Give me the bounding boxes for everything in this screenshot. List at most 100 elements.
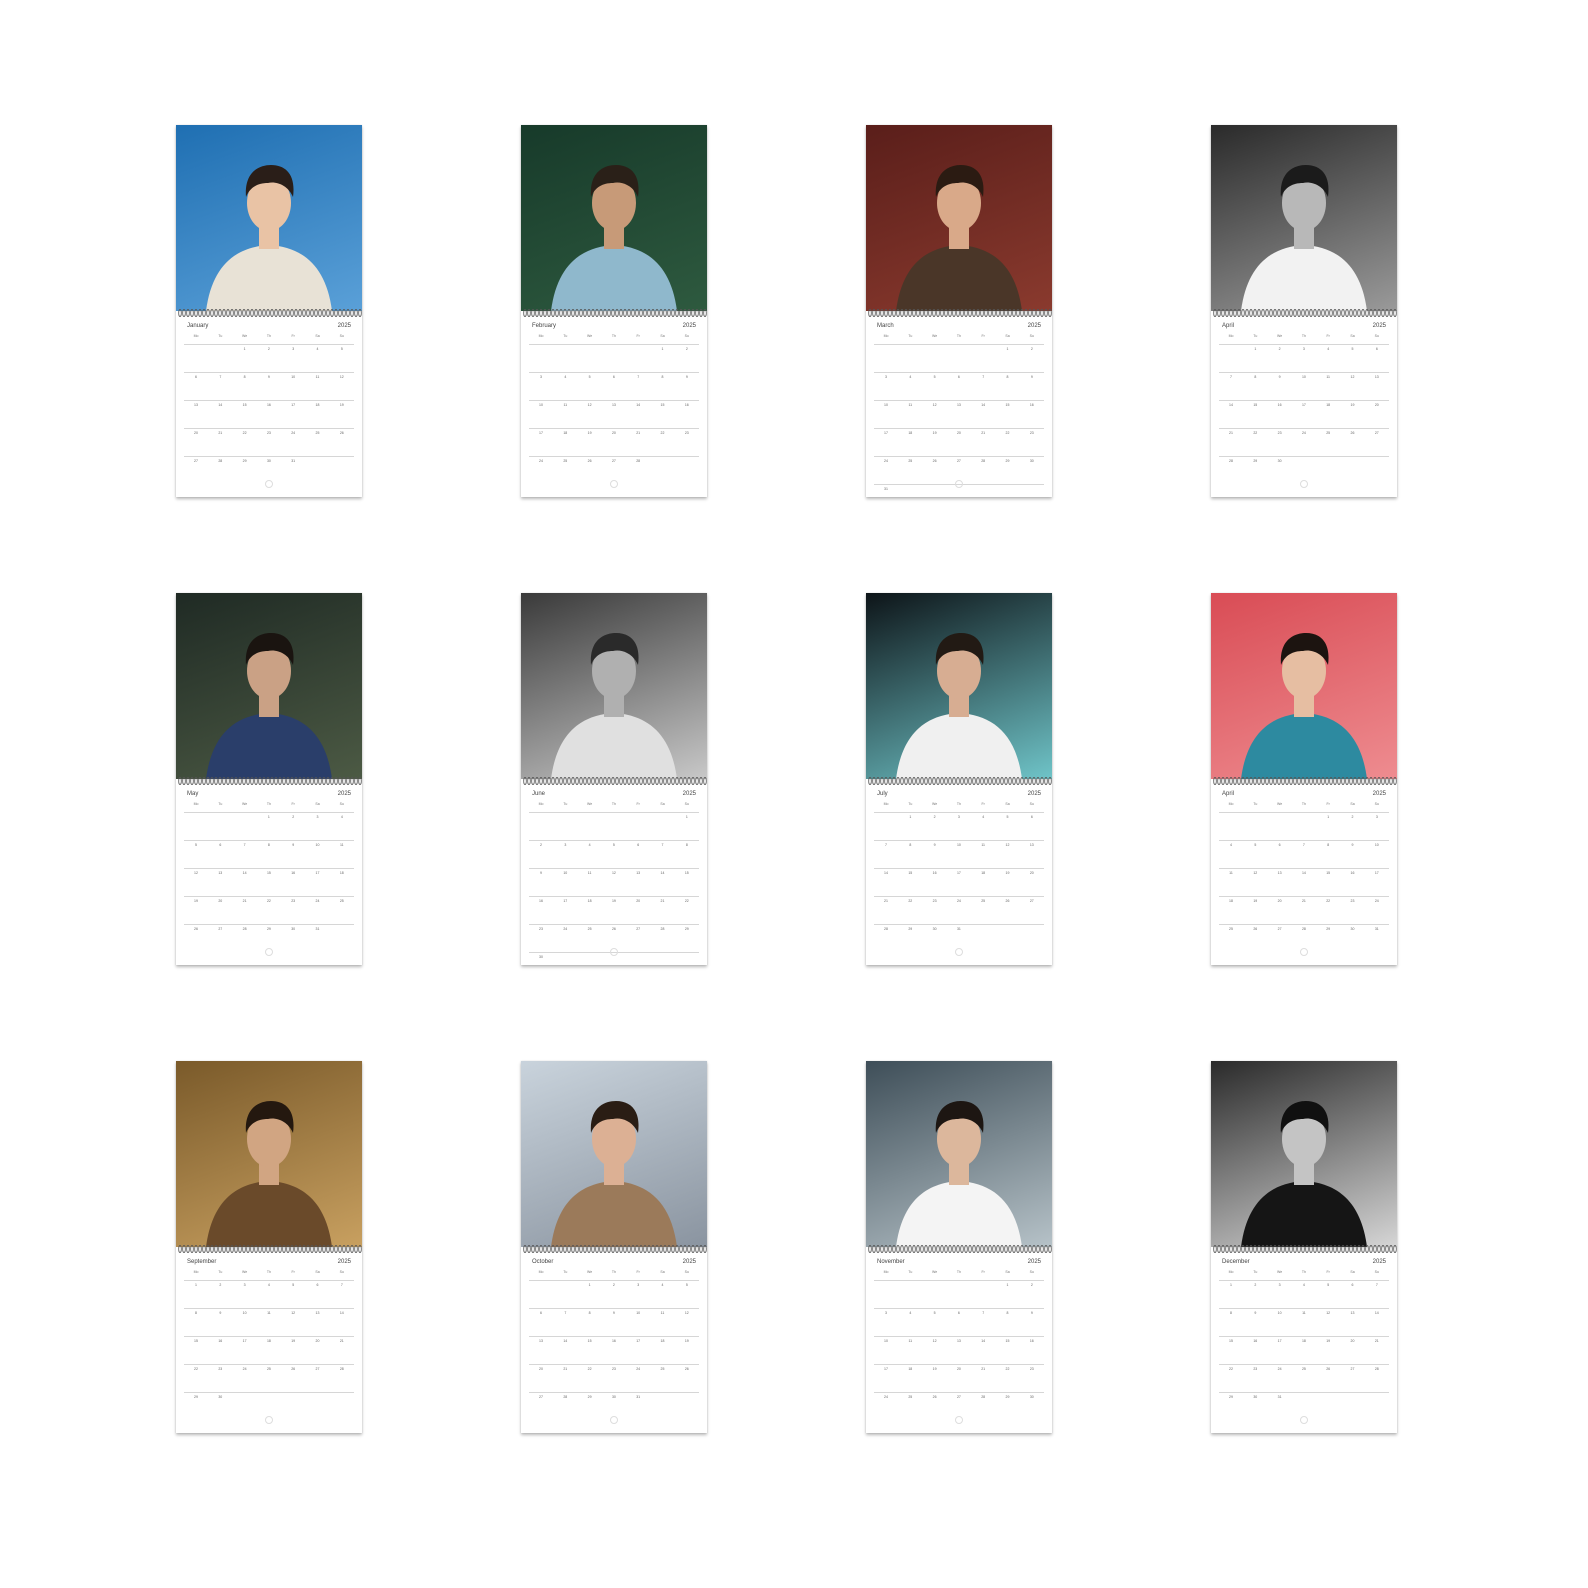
day-number[interactable]: 28 <box>1219 459 1243 463</box>
day-number[interactable]: 13 <box>602 403 626 407</box>
day-number[interactable]: 10 <box>874 1339 898 1343</box>
day-number[interactable]: 13 <box>947 1339 971 1343</box>
day-number[interactable]: 14 <box>208 403 232 407</box>
day-number[interactable]: 15 <box>257 871 281 875</box>
calendar-page-7[interactable]: July 2025 Mo Tu We Th Fr Sa Su 1 2 3 4 5 6 7 8 9 10 11 12 13 1… <box>866 593 1052 965</box>
day-number[interactable]: 16 <box>281 871 305 875</box>
day-number[interactable]: 13 <box>184 403 208 407</box>
day-number[interactable]: 24 <box>281 431 305 435</box>
day-number[interactable]: 8 <box>675 843 699 847</box>
day-number[interactable]: 24 <box>874 459 898 463</box>
day-number[interactable]: 15 <box>1316 871 1340 875</box>
day-number[interactable]: 25 <box>1219 927 1243 931</box>
calendar-page-9[interactable]: September 2025 Mo Tu We Th Fr Sa Su 1 2 3 4 5 6 7 8 9 10 11… <box>176 1061 362 1433</box>
day-number[interactable]: 3 <box>1292 347 1316 351</box>
calendar-page-8[interactable]: April 2025 Mo Tu We Th Fr Sa Su 1 2 3 4 5 6 7 8 9 10 11 12 13… <box>1211 593 1397 965</box>
day-number[interactable]: 26 <box>1243 927 1267 931</box>
day-number[interactable]: 17 <box>233 1339 257 1343</box>
day-number[interactable]: 26 <box>675 1367 699 1371</box>
day-number[interactable]: 1 <box>651 347 675 351</box>
day-number[interactable]: 11 <box>1316 375 1340 379</box>
day-number[interactable]: 26 <box>330 431 354 435</box>
day-number[interactable]: 15 <box>898 871 922 875</box>
day-number[interactable]: 29 <box>233 459 257 463</box>
day-number[interactable]: 10 <box>874 403 898 407</box>
day-number[interactable]: 14 <box>1292 871 1316 875</box>
day-number[interactable]: 23 <box>675 431 699 435</box>
day-number[interactable]: 12 <box>675 1311 699 1315</box>
day-number[interactable]: 2 <box>923 815 947 819</box>
day-number[interactable]: 7 <box>233 843 257 847</box>
day-number[interactable]: 7 <box>874 843 898 847</box>
day-number[interactable]: 12 <box>1316 1311 1340 1315</box>
day-number[interactable]: 14 <box>1365 1311 1389 1315</box>
day-number[interactable]: 23 <box>281 899 305 903</box>
day-number[interactable]: 18 <box>257 1339 281 1343</box>
day-number[interactable]: 18 <box>1219 899 1243 903</box>
day-number[interactable]: 7 <box>553 1311 577 1315</box>
calendar-page-12[interactable]: December 2025 Mo Tu We Th Fr Sa Su 1 2 3 4 5 6 7 8 9 10 11 1… <box>1211 1061 1397 1433</box>
day-number[interactable]: 24 <box>1292 431 1316 435</box>
day-number[interactable]: 27 <box>184 459 208 463</box>
day-number[interactable]: 31 <box>874 487 898 491</box>
day-number[interactable]: 30 <box>1243 1395 1267 1399</box>
day-number[interactable]: 15 <box>184 1339 208 1343</box>
day-number[interactable]: 19 <box>1243 899 1267 903</box>
day-number[interactable]: 19 <box>923 431 947 435</box>
day-number[interactable]: 27 <box>1268 927 1292 931</box>
day-number[interactable]: 4 <box>1316 347 1340 351</box>
day-number[interactable]: 21 <box>208 431 232 435</box>
day-number[interactable]: 16 <box>1341 871 1365 875</box>
day-number[interactable]: 28 <box>626 459 650 463</box>
day-number[interactable]: 31 <box>306 927 330 931</box>
day-number[interactable]: 23 <box>1020 431 1044 435</box>
day-number[interactable]: 16 <box>1268 403 1292 407</box>
day-number[interactable]: 14 <box>626 403 650 407</box>
day-number[interactable]: 20 <box>184 431 208 435</box>
day-number[interactable]: 27 <box>208 927 232 931</box>
day-number[interactable]: 6 <box>184 375 208 379</box>
day-number[interactable]: 13 <box>306 1311 330 1315</box>
day-number[interactable]: 23 <box>1341 899 1365 903</box>
day-number[interactable]: 6 <box>1365 347 1389 351</box>
day-number[interactable]: 15 <box>996 1339 1020 1343</box>
day-number[interactable]: 29 <box>184 1395 208 1399</box>
day-number[interactable]: 9 <box>1268 375 1292 379</box>
day-number[interactable]: 17 <box>874 1367 898 1371</box>
day-number[interactable]: 13 <box>529 1339 553 1343</box>
day-number[interactable]: 21 <box>1292 899 1316 903</box>
day-number[interactable]: 12 <box>996 843 1020 847</box>
day-number[interactable]: 3 <box>626 1283 650 1287</box>
day-number[interactable]: 14 <box>874 871 898 875</box>
day-number[interactable]: 4 <box>578 843 602 847</box>
day-number[interactable]: 17 <box>626 1339 650 1343</box>
day-number[interactable]: 12 <box>578 403 602 407</box>
day-number[interactable]: 26 <box>281 1367 305 1371</box>
day-number[interactable]: 5 <box>996 815 1020 819</box>
day-number[interactable]: 20 <box>1365 403 1389 407</box>
day-number[interactable]: 29 <box>257 927 281 931</box>
day-number[interactable]: 1 <box>578 1283 602 1287</box>
day-number[interactable]: 1 <box>257 815 281 819</box>
day-number[interactable]: 3 <box>1268 1283 1292 1287</box>
day-number[interactable]: 9 <box>1243 1311 1267 1315</box>
day-number[interactable]: 4 <box>651 1283 675 1287</box>
day-number[interactable]: 8 <box>1243 375 1267 379</box>
day-number[interactable]: 11 <box>971 843 995 847</box>
day-number[interactable]: 7 <box>208 375 232 379</box>
day-number[interactable]: 18 <box>1316 403 1340 407</box>
day-number[interactable]: 13 <box>1341 1311 1365 1315</box>
calendar-page-5[interactable]: May 2025 Mo Tu We Th Fr Sa Su 1 2 3 4 5 6 7 8 9 10 11 12 13 14… <box>176 593 362 965</box>
day-number[interactable]: 6 <box>947 1311 971 1315</box>
day-number[interactable]: 13 <box>626 871 650 875</box>
day-number[interactable]: 5 <box>578 375 602 379</box>
day-number[interactable]: 2 <box>281 815 305 819</box>
day-number[interactable]: 7 <box>651 843 675 847</box>
day-number[interactable]: 11 <box>578 871 602 875</box>
day-number[interactable]: 27 <box>602 459 626 463</box>
day-number[interactable]: 30 <box>1341 927 1365 931</box>
day-number[interactable]: 1 <box>898 815 922 819</box>
day-number[interactable]: 9 <box>529 871 553 875</box>
day-number[interactable]: 20 <box>306 1339 330 1343</box>
day-number[interactable]: 14 <box>1219 403 1243 407</box>
